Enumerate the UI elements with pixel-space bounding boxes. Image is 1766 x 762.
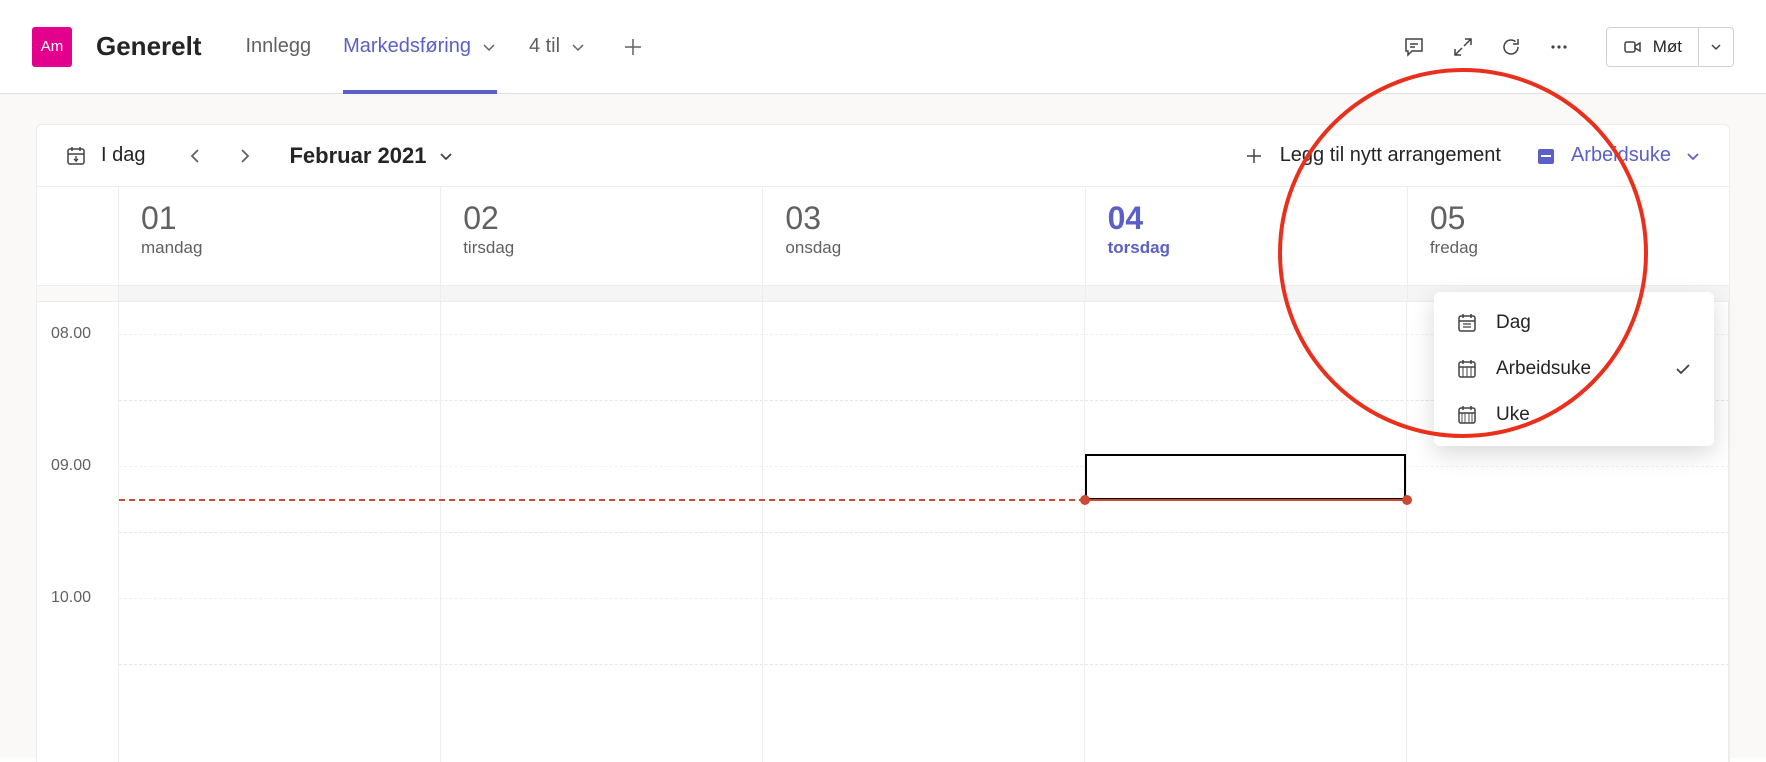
tab-label: Innlegg [246,35,312,58]
refresh-button[interactable] [1500,36,1522,58]
day-number: 02 [463,201,740,236]
chevron-left-icon [187,147,205,165]
option-label: Uke [1496,404,1530,426]
allday-gutter [37,286,119,301]
allday-cell[interactable] [763,286,1085,301]
day-name: onsdag [785,238,1062,258]
chevron-down-icon [1685,148,1701,164]
allday-cell[interactable] [1086,286,1408,301]
add-tab-button[interactable] [614,28,652,66]
add-event-button[interactable]: Legg til nytt arrangement [1244,144,1501,167]
view-option-day[interactable]: Dag [1434,300,1714,346]
time-label: 08.00 [51,325,91,343]
day-header[interactable]: 03onsdag [763,187,1085,285]
today-label: I dag [101,144,145,167]
view-label: Arbeidsuke [1571,144,1671,167]
tab-label: Markedsføring [343,35,471,58]
expand-button[interactable] [1452,36,1474,58]
add-event-label: Legg til nytt arrangement [1280,144,1501,167]
tab-marketing[interactable]: Markedsføring [327,0,513,94]
meet-dropdown-button[interactable] [1699,28,1733,66]
selected-time-slot[interactable] [1085,454,1406,500]
next-button[interactable] [229,141,259,171]
month-picker[interactable]: Februar 2021 [289,143,454,169]
day-column[interactable] [441,302,763,762]
refresh-icon [1500,36,1522,58]
allday-cell[interactable] [441,286,763,301]
now-indicator-solid [1085,499,1407,501]
chat-icon [1402,35,1426,59]
option-label: Arbeidsuke [1496,358,1591,380]
day-number: 03 [785,201,1062,236]
day-header-today[interactable]: 04torsdag [1086,187,1408,285]
view-option-workweek[interactable]: Arbeidsuke [1434,346,1714,392]
calendar-today-icon [65,145,87,167]
day-name: mandag [141,238,418,258]
app-header: Am Generelt Innlegg Markedsføring 4 til [0,0,1766,94]
chevron-down-icon [570,39,586,55]
tab-label: 4 til [529,35,560,58]
view-option-week[interactable]: Uke [1434,392,1714,438]
calendar-week-icon [1456,404,1478,426]
day-name: tirsdag [463,238,740,258]
calendar-workweek-icon [1456,358,1478,380]
time-label: 10.00 [51,589,91,607]
chevron-down-icon [438,148,454,164]
time-gutter: 08.00 09.00 10.00 [37,302,119,762]
day-name: torsdag [1108,238,1385,258]
view-dropdown-menu: Dag Arbeidsuke Uke [1434,292,1714,446]
check-icon [1674,360,1692,378]
day-header[interactable]: 05fredag [1408,187,1729,285]
month-label: Februar 2021 [289,143,426,169]
day-number: 04 [1108,201,1385,236]
day-number: 05 [1430,201,1707,236]
more-button[interactable] [1548,36,1570,58]
time-label: 09.00 [51,457,91,475]
day-column[interactable] [119,302,441,762]
day-name: fredag [1430,238,1707,258]
meet-button[interactable]: Møt [1607,28,1699,66]
nav-arrows [181,141,259,171]
allday-cell[interactable] [119,286,441,301]
calendar-toolbar: I dag Februar 2021 Legg til nytt arrange… [36,124,1730,186]
today-button[interactable]: I dag [65,144,145,167]
view-switcher[interactable]: Arbeidsuke [1535,144,1701,167]
expand-icon [1452,36,1474,58]
calendar-icon [1535,145,1557,167]
day-number: 01 [141,201,418,236]
day-column-today[interactable] [1085,302,1407,762]
chevron-down-icon [1709,40,1723,54]
chevron-right-icon [235,147,253,165]
team-avatar[interactable]: Am [32,27,72,67]
plus-icon [622,36,644,58]
day-header[interactable]: 01mandag [119,187,441,285]
now-indicator-dot [1080,495,1090,505]
channel-name: Generelt [96,31,202,62]
conversation-button[interactable] [1402,35,1426,59]
prev-button[interactable] [181,141,211,171]
tab-more[interactable]: 4 til [513,0,602,94]
plus-icon [1244,146,1264,166]
meet-button-group: Møt [1606,27,1734,67]
now-indicator-dot [1402,495,1412,505]
meet-label: Møt [1653,37,1682,57]
time-gutter-header [37,187,119,285]
video-icon [1623,37,1643,57]
day-header[interactable]: 02tirsdag [441,187,763,285]
chevron-down-icon [481,39,497,55]
day-headers: 01mandag 02tirsdag 03onsdag 04torsdag 05… [36,186,1730,286]
tab-strip: Innlegg Markedsføring 4 til [230,0,653,94]
ellipsis-icon [1548,36,1570,58]
calendar-day-icon [1456,312,1478,334]
header-actions: Møt [1402,27,1734,67]
tab-posts[interactable]: Innlegg [230,0,328,94]
day-column[interactable] [763,302,1085,762]
calendar-area: I dag Februar 2021 Legg til nytt arrange… [0,94,1766,758]
option-label: Dag [1496,312,1531,334]
